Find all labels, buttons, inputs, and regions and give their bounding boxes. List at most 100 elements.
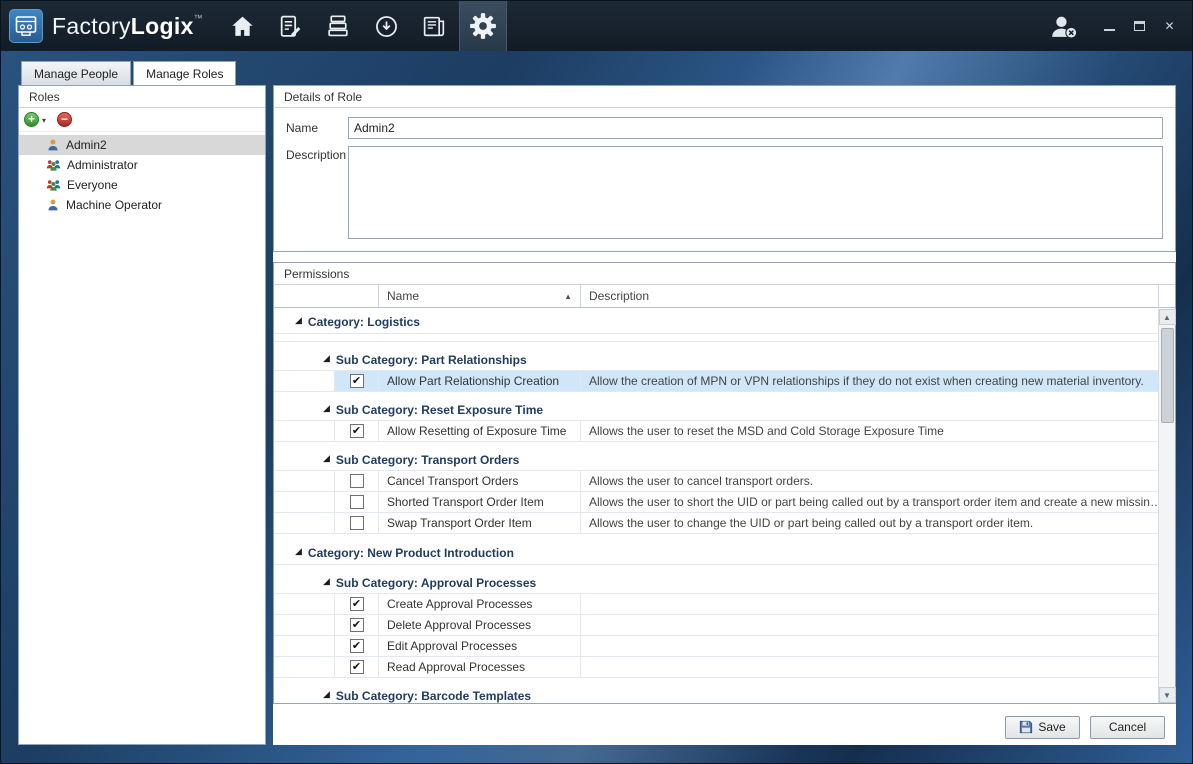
subcategory-row[interactable]: ◢ Sub Category: Part Relationships [274, 349, 1158, 371]
roles-toolbar: + ▾ − [19, 108, 265, 132]
checkbox-cell [334, 513, 378, 533]
settings-icon[interactable] [459, 1, 507, 51]
permission-row[interactable]: Allow Part Relationship CreationAllow th… [274, 371, 1158, 392]
role-item[interactable]: Machine Operator [19, 195, 265, 215]
permission-checkbox[interactable] [350, 597, 364, 611]
role-name-input[interactable] [348, 117, 1163, 139]
remove-role-button[interactable]: − [57, 112, 72, 127]
category-row[interactable]: ◢Category: New Product Introduction [274, 541, 1158, 565]
scrollbar-thumb[interactable] [1161, 328, 1174, 423]
permission-description [580, 657, 1158, 677]
scroll-down-icon[interactable]: ▼ [1159, 687, 1176, 703]
row-indent [274, 492, 334, 512]
maximize-icon[interactable] [1133, 20, 1146, 33]
subcategory-row[interactable]: ◢Sub Category: Transport Orders [274, 449, 1158, 471]
expander-icon[interactable]: ◢ [323, 403, 330, 414]
checkbox-cell [334, 492, 378, 512]
permissions-rows: ◢Category: Logistics◢Sub Category: Part … [274, 308, 1158, 703]
permission-row[interactable]: Cancel Transport OrdersAllows the user t… [274, 471, 1158, 492]
materials-icon[interactable] [315, 1, 363, 51]
window-frame: Manage People Manage Roles Roles + ▾ − A… [1, 51, 1192, 763]
permission-description: Allows the user to reset the MSD and Col… [580, 421, 1158, 441]
close-icon[interactable]: ✕ [1163, 20, 1176, 33]
permission-row[interactable]: Allow Resetting of Exposure TimeAllows t… [274, 421, 1158, 442]
role-description-input[interactable] [348, 146, 1163, 239]
navigator-icon[interactable] [363, 1, 411, 51]
role-item[interactable]: Everyone [19, 175, 265, 195]
roles-panel-title: Roles [19, 86, 265, 108]
titlebar: FactoryLogix™ [1, 1, 1192, 51]
details-panel-title: Details of Role [274, 86, 1175, 108]
group-label: Sub Category: Barcode Templates [336, 689, 531, 703]
group-icon [46, 178, 61, 192]
tabs-bar: Manage People Manage Roles [18, 61, 1176, 85]
permission-checkbox[interactable] [350, 618, 364, 632]
permission-name: Cancel Transport Orders [378, 471, 580, 491]
permission-description: Allows the user to cancel transport orde… [580, 471, 1158, 491]
cancel-button[interactable]: Cancel [1090, 716, 1165, 739]
permission-checkbox[interactable] [350, 374, 364, 388]
roles-list: Admin2 AdministratorEveryoneMachine Opera… [19, 132, 265, 215]
checkbox-cell [334, 636, 378, 656]
role-item[interactable]: Administrator [19, 155, 265, 175]
window-controls: ✕ [1103, 20, 1176, 33]
permission-row[interactable]: Edit Approval Processes [274, 636, 1158, 657]
permission-name: Edit Approval Processes [378, 636, 580, 656]
main-nav [219, 1, 507, 51]
work-instructions-icon[interactable] [267, 1, 315, 51]
role-editor-panel: Details of Role Name Description Permis [273, 85, 1176, 745]
expander-icon[interactable]: ◢ [323, 689, 330, 700]
expander-icon[interactable]: ◢ [323, 453, 330, 464]
expander-icon[interactable]: ◢ [323, 353, 330, 364]
app-window: FactoryLogix™ [0, 0, 1193, 764]
permission-description: Allow the creation of MPN or VPN relatio… [580, 371, 1158, 391]
permission-row[interactable]: Create Approval Processes [274, 594, 1158, 615]
permission-row[interactable]: Read Approval Processes [274, 657, 1158, 678]
permissions-grid-header: Name ▲ Description [274, 285, 1175, 308]
subcategory-row[interactable]: ◢Sub Category: Reset Exposure Time [274, 399, 1158, 421]
role-label: Admin2 [66, 138, 107, 152]
permission-name: Allow Resetting of Exposure Time [378, 421, 580, 441]
subcategory-row[interactable]: ◢ Sub Category: Barcode Templates [274, 685, 1158, 703]
permission-checkbox[interactable] [350, 495, 364, 509]
user-account-icon[interactable] [1048, 13, 1079, 40]
permission-checkbox[interactable] [350, 516, 364, 530]
permission-row[interactable]: Delete Approval Processes [274, 615, 1158, 636]
details-panel: Details of Role Name Description [273, 85, 1176, 252]
expander-icon[interactable]: ◢ [295, 546, 302, 557]
group-label: Sub Category: Part Relationships [336, 353, 527, 367]
home-icon[interactable] [219, 1, 267, 51]
permissions-grid: Name ▲ Description ◢Category: Logistics◢… [274, 285, 1175, 703]
save-button[interactable]: Save [1005, 716, 1080, 739]
minimize-icon[interactable] [1103, 20, 1116, 33]
permission-row[interactable]: Swap Transport Order ItemAllows the user… [274, 513, 1158, 534]
category-row[interactable]: ◢Category: Logistics [274, 310, 1158, 334]
expander-icon[interactable]: ◢ [295, 315, 302, 326]
description-label: Description [286, 146, 348, 239]
checkbox-cell [334, 371, 378, 391]
subcategory-row[interactable]: ◢Sub Category: Approval Processes [274, 572, 1158, 594]
expander-icon[interactable]: ◢ [323, 576, 330, 587]
name-label: Name [286, 117, 348, 139]
name-column-header[interactable]: Name ▲ [378, 285, 580, 307]
vertical-scrollbar[interactable]: ▲ ▼ [1158, 309, 1175, 703]
permission-checkbox[interactable] [350, 474, 364, 488]
row-indent [274, 471, 334, 491]
partially-scrolled-row [274, 334, 1158, 342]
permission-row[interactable]: Shorted Transport Order ItemAllows the u… [274, 492, 1158, 513]
user-icon [46, 138, 60, 152]
reports-icon[interactable] [411, 1, 459, 51]
add-role-button[interactable]: + [24, 112, 39, 127]
permission-description [580, 594, 1158, 614]
scroll-up-icon[interactable]: ▲ [1159, 309, 1176, 325]
tab-manage-people[interactable]: Manage People [21, 61, 131, 85]
role-item[interactable]: Admin2 [19, 135, 265, 155]
permission-checkbox[interactable] [350, 424, 364, 438]
permission-checkbox[interactable] [350, 639, 364, 653]
group-icon [46, 158, 61, 172]
permission-name: Create Approval Processes [378, 594, 580, 614]
description-column-header[interactable]: Description [580, 285, 1158, 307]
add-role-caret-icon[interactable]: ▾ [42, 114, 46, 125]
permission-checkbox[interactable] [350, 660, 364, 674]
tab-manage-roles[interactable]: Manage Roles [133, 61, 236, 85]
